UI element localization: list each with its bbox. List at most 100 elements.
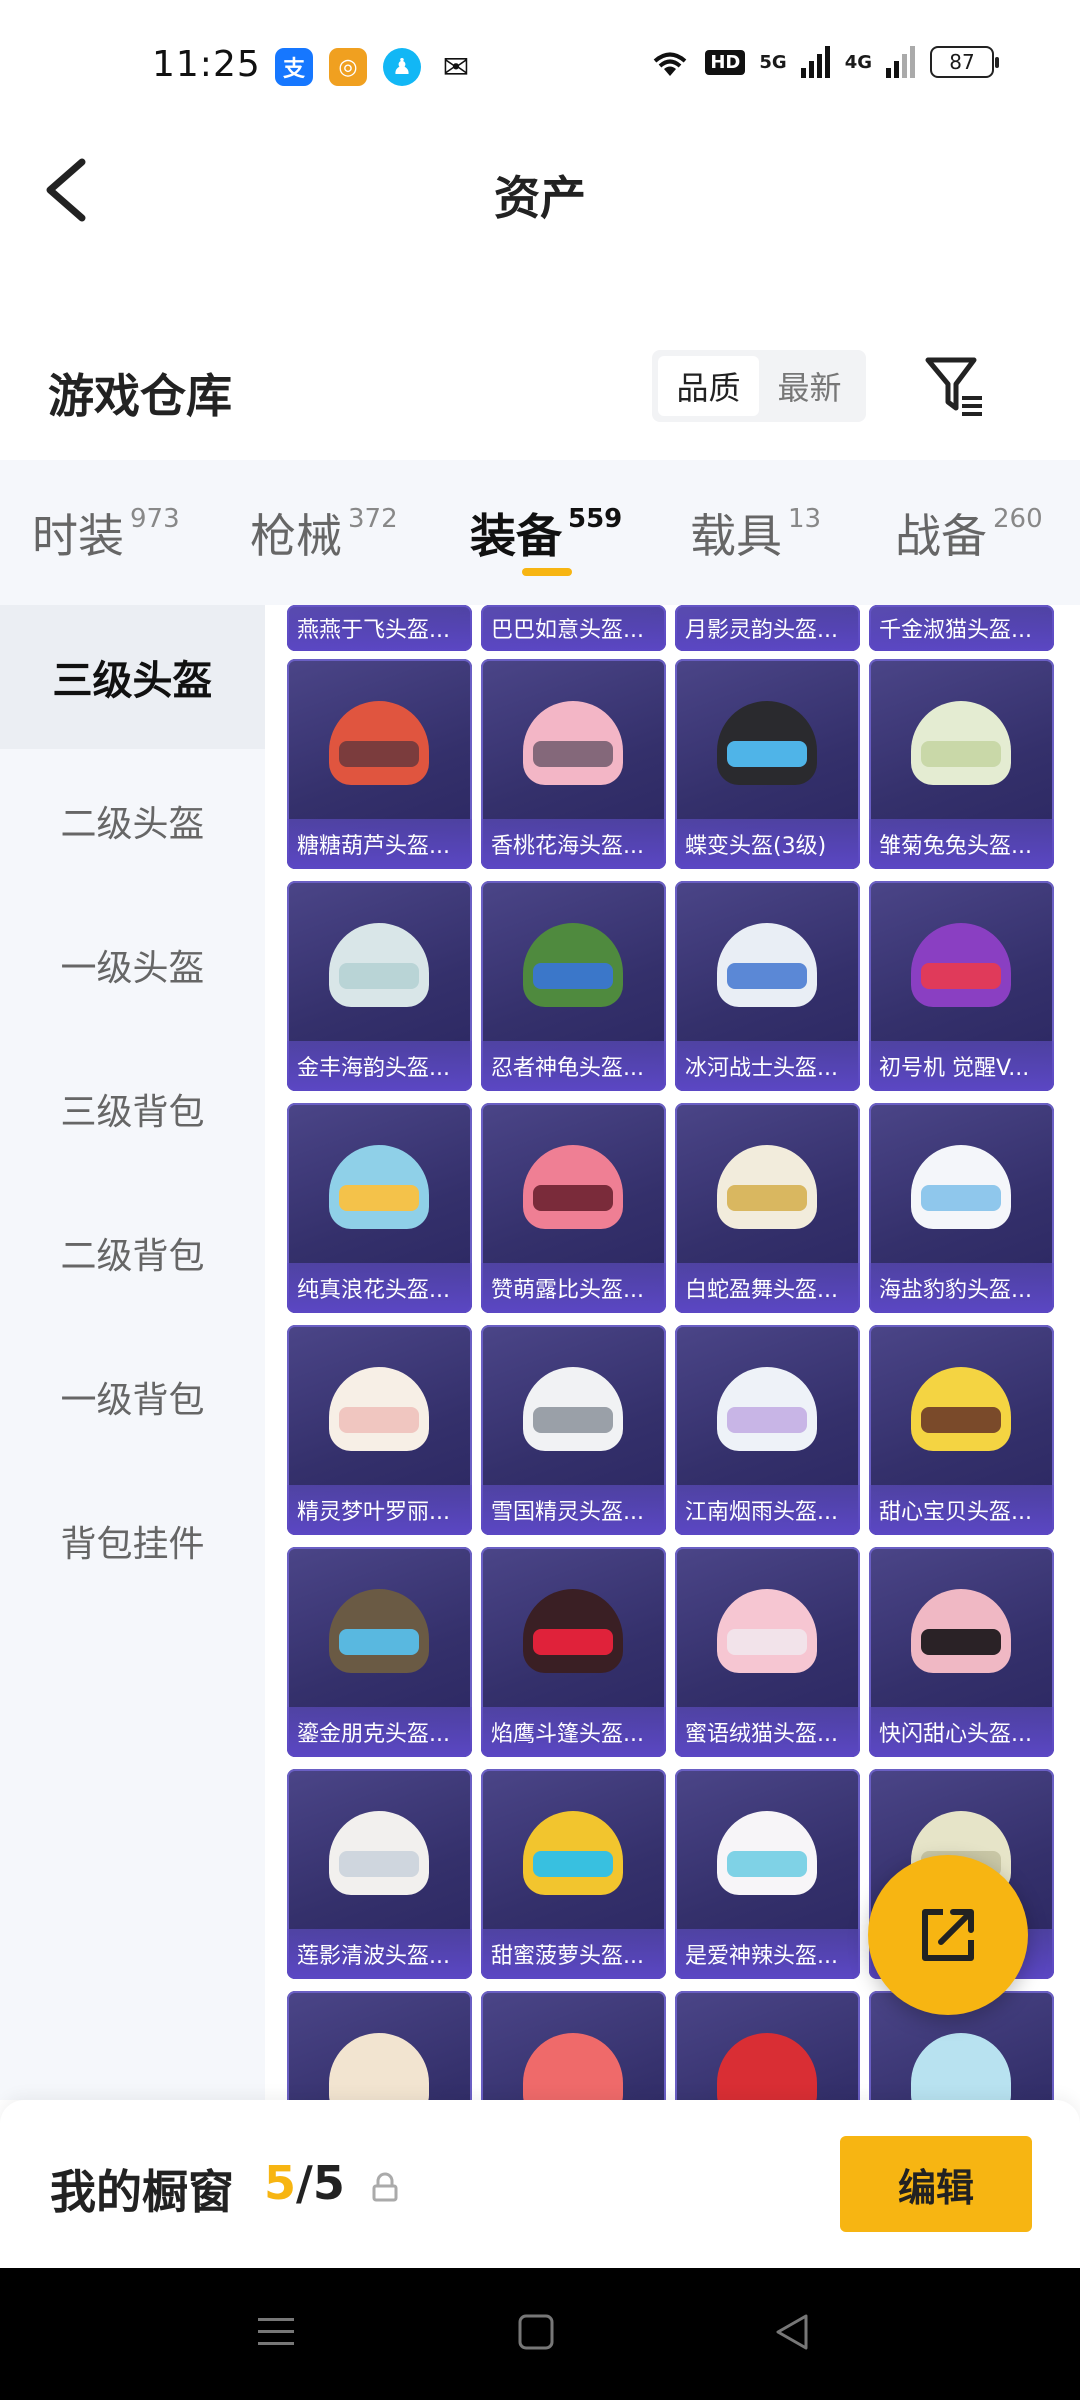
helmet-image: [675, 881, 860, 1043]
helmet-image: [481, 1103, 666, 1265]
item-card[interactable]: 燕燕于飞头盔...: [287, 605, 472, 651]
item-name: 江南烟雨头盔...: [675, 1485, 860, 1535]
sidebar-item-level3-backpack[interactable]: 三级背包: [0, 1037, 265, 1181]
page-title: 资产: [494, 171, 586, 225]
system-nav-bar: [0, 2268, 1080, 2400]
tab-count: 260: [993, 504, 1043, 534]
showcase-total: /5: [296, 2156, 345, 2210]
item-card[interactable]: 鎏金朋克头盔...: [287, 1547, 472, 1757]
edit-button[interactable]: 编辑: [840, 2136, 1032, 2232]
item-card[interactable]: 焰鹰斗篷头盔...: [481, 1547, 666, 1757]
sidebar-item-level2-backpack[interactable]: 二级背包: [0, 1181, 265, 1325]
item-card[interactable]: 雏菊兔兔头盔...: [869, 659, 1054, 869]
sidebar-item-backpack-charm[interactable]: 背包挂件: [0, 1469, 265, 1613]
item-card[interactable]: 忍者神龟头盔...: [481, 881, 666, 1091]
item-name: 雏菊兔兔头盔...: [869, 819, 1054, 869]
item-card[interactable]: 江南烟雨头盔...: [675, 1325, 860, 1535]
tab-count: 559: [568, 504, 623, 534]
item-name: 千金淑猫头盔...: [869, 605, 1054, 651]
sidebar-item-level1-backpack[interactable]: 一级背包: [0, 1325, 265, 1469]
item-card[interactable]: 是爱神辣头盔...: [675, 1769, 860, 1979]
tab-gear[interactable]: 战备 260: [895, 500, 1043, 566]
sort-newest[interactable]: 最新: [759, 356, 860, 416]
share-button[interactable]: [868, 1855, 1028, 2015]
item-card[interactable]: 快闪甜心头盔...: [869, 1547, 1054, 1757]
helmet-image: [287, 1103, 472, 1265]
item-name: 纯真浪花头盔...: [287, 1263, 472, 1313]
menu-icon[interactable]: [256, 2312, 296, 2352]
share-icon: [922, 1909, 974, 1961]
item-card[interactable]: [675, 1991, 860, 2100]
filter-icon[interactable]: [922, 352, 986, 418]
warehouse-title: 游戏仓库: [48, 369, 232, 423]
tab-label: 枪械: [250, 509, 342, 563]
sidebar: 三级头盔 二级头盔 一级头盔 三级背包 二级背包 一级背包 背包挂件: [0, 605, 265, 2100]
item-card[interactable]: 糖糖葫芦头盔...: [287, 659, 472, 869]
sort-toggle: 品质 最新: [652, 350, 866, 422]
tab-fashion[interactable]: 时装 973: [32, 500, 180, 566]
back-nav-icon[interactable]: [772, 2312, 812, 2352]
battery-icon: 87: [930, 46, 999, 78]
item-card[interactable]: 白蛇盈舞头盔...: [675, 1103, 860, 1313]
showcase-bar: 我的橱窗 5/5 编辑: [0, 2100, 1080, 2268]
item-card[interactable]: 蝶变头盔(3级): [675, 659, 860, 869]
item-card[interactable]: 纯真浪花头盔...: [287, 1103, 472, 1313]
sort-quality[interactable]: 品质: [658, 356, 759, 416]
item-card[interactable]: 香桃花海头盔...: [481, 659, 666, 869]
item-name: 香桃花海头盔...: [481, 819, 666, 869]
helmet-image: [287, 1547, 472, 1709]
item-card[interactable]: 雪国精灵头盔...: [481, 1325, 666, 1535]
tab-count: 973: [130, 504, 180, 534]
helmet-image: [287, 881, 472, 1043]
showcase-current: 5: [264, 2156, 297, 2210]
item-name: 甜心宝贝头盔...: [869, 1485, 1054, 1535]
item-card[interactable]: 甜蜜菠萝头盔...: [481, 1769, 666, 1979]
item-name: 金丰海韵头盔...: [287, 1041, 472, 1091]
item-card[interactable]: 甜心宝贝头盔...: [869, 1325, 1054, 1535]
game-app-icon: ◎: [329, 48, 367, 86]
tab-vehicles[interactable]: 载具 13: [690, 500, 821, 566]
signal-icon: [800, 46, 830, 78]
item-name: 甜蜜菠萝头盔...: [481, 1929, 666, 1979]
item-name: 快闪甜心头盔...: [869, 1707, 1054, 1757]
item-name: 燕燕于飞头盔...: [287, 605, 472, 651]
item-card[interactable]: 赞萌露比头盔...: [481, 1103, 666, 1313]
item-card[interactable]: [481, 1991, 666, 2100]
item-card[interactable]: 蜜语绒猫头盔...: [675, 1547, 860, 1757]
helmet-image: [869, 1547, 1054, 1709]
helmet-image: [869, 659, 1054, 821]
qq-icon: ♟: [383, 48, 421, 86]
item-name: 蜜语绒猫头盔...: [675, 1707, 860, 1757]
item-card[interactable]: [287, 1991, 472, 2100]
tab-firearms[interactable]: 枪械 372: [250, 500, 398, 566]
network-5g: 5G: [759, 51, 787, 73]
helmet-image: [481, 1991, 666, 2100]
tab-label: 时装: [32, 509, 124, 563]
item-name: 忍者神龟头盔...: [481, 1041, 666, 1091]
tab-label: 装备: [470, 509, 562, 563]
sidebar-item-level3-helmet[interactable]: 三级头盔: [0, 605, 265, 749]
item-name: 糖糖葫芦头盔...: [287, 819, 472, 869]
item-name: 雪国精灵头盔...: [481, 1485, 666, 1535]
item-name: 是爱神辣头盔...: [675, 1929, 860, 1979]
tab-equipment[interactable]: 装备 559: [470, 500, 622, 566]
item-card[interactable]: 月影灵韵头盔...: [675, 605, 860, 651]
item-name: 赞萌露比头盔...: [481, 1263, 666, 1313]
helmet-image: [287, 1325, 472, 1487]
item-card[interactable]: 海盐豹豹头盔...: [869, 1103, 1054, 1313]
item-card[interactable]: 金丰海韵头盔...: [287, 881, 472, 1091]
item-name: 白蛇盈舞头盔...: [675, 1263, 860, 1313]
home-icon[interactable]: [516, 2312, 556, 2352]
item-card[interactable]: 莲影清波头盔...: [287, 1769, 472, 1979]
item-name: 莲影清波头盔...: [287, 1929, 472, 1979]
sidebar-item-level2-helmet[interactable]: 二级头盔: [0, 749, 265, 893]
item-card[interactable]: 初号机 觉醒V...: [869, 881, 1054, 1091]
category-tabs: 时装 973 枪械 372 装备 559 载具 13 战备 260: [0, 460, 1080, 605]
wifi-icon: [654, 52, 687, 76]
item-card[interactable]: 千金淑猫头盔...: [869, 605, 1054, 651]
item-card[interactable]: 冰河战士头盔...: [675, 881, 860, 1091]
sidebar-item-level1-helmet[interactable]: 一级头盔: [0, 893, 265, 1037]
item-name: 精灵梦叶罗丽...: [287, 1485, 472, 1535]
item-card[interactable]: 巴巴如意头盔...: [481, 605, 666, 651]
item-card[interactable]: 精灵梦叶罗丽...: [287, 1325, 472, 1535]
